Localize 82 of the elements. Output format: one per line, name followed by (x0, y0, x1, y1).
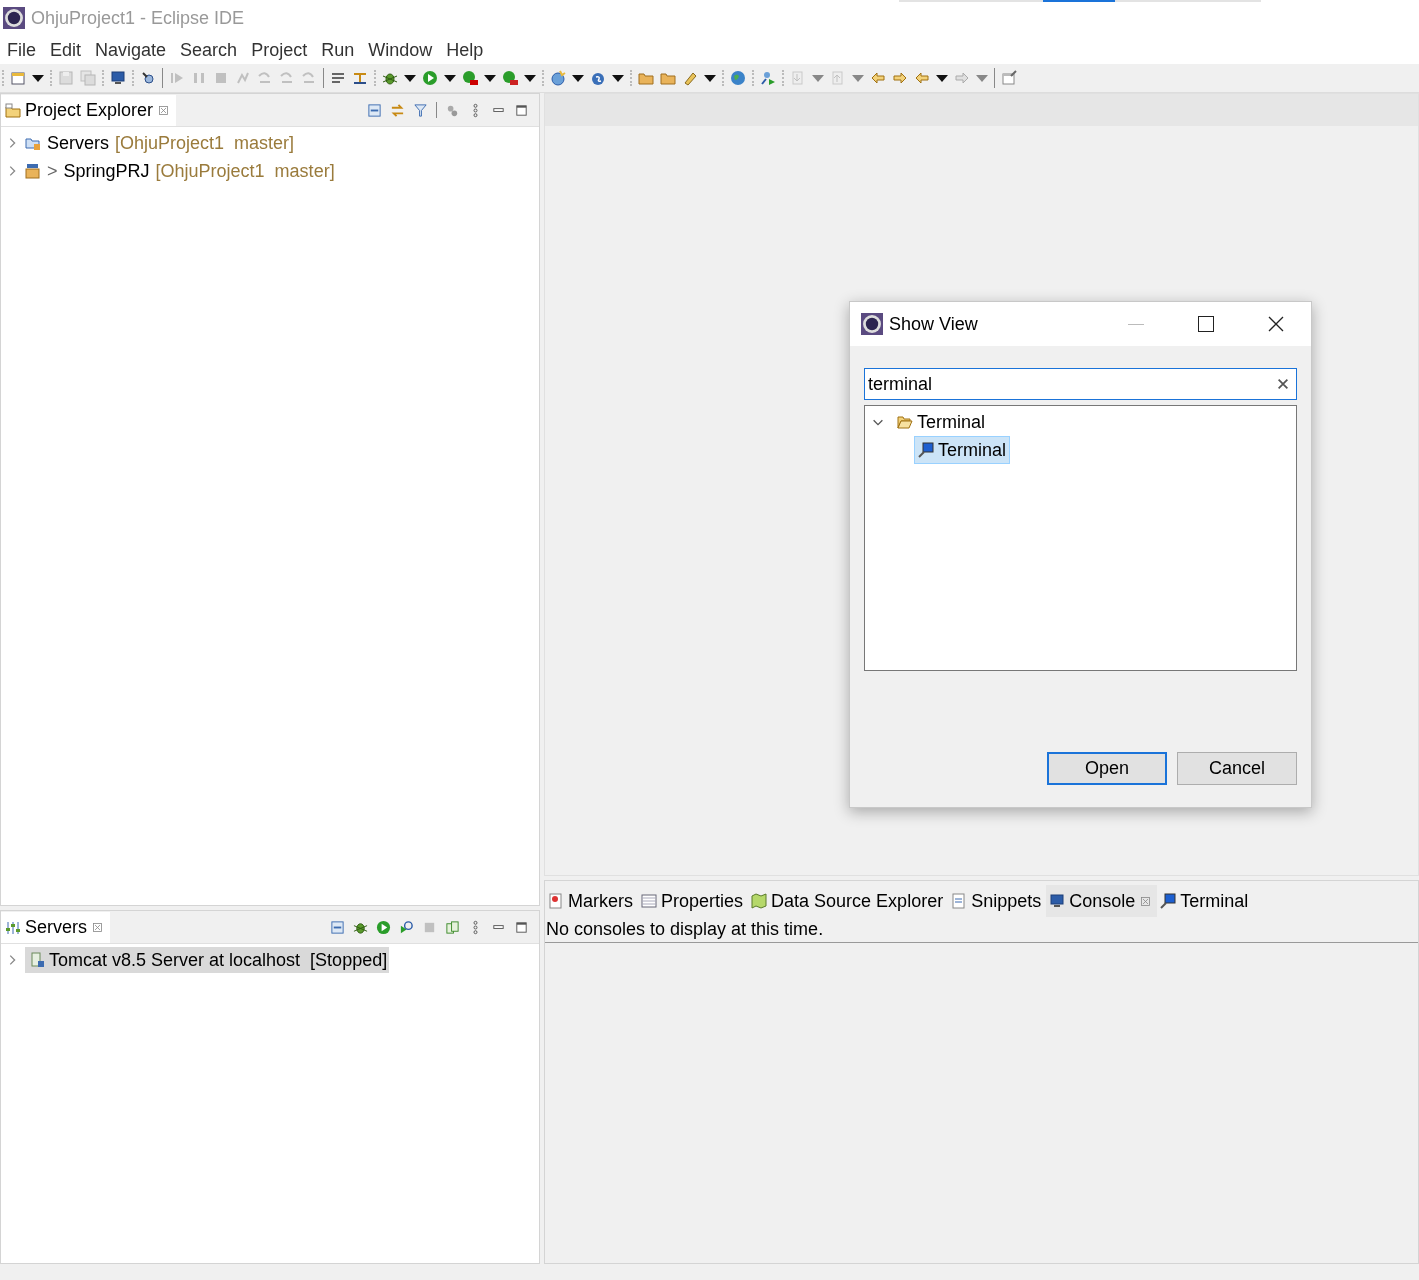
pen-icon[interactable] (682, 70, 698, 86)
menu-item[interactable]: Project (251, 39, 308, 61)
sliders-icon (5, 919, 21, 936)
maximize-icon[interactable] (514, 919, 529, 935)
git-decoration: [OhjuProject1 master] (115, 132, 295, 154)
menu-item[interactable]: Search (180, 39, 238, 61)
folder-icon[interactable] (638, 70, 654, 86)
dialog-button[interactable]: Cancel (1177, 752, 1297, 785)
dialog-title: Show View (889, 313, 979, 335)
step-filter-icon[interactable] (352, 70, 368, 86)
publish-icon[interactable] (445, 919, 460, 935)
tree-item[interactable]: SpringPRJ (63, 160, 150, 182)
dropdown-caret[interactable] (524, 74, 536, 82)
new-file-icon[interactable] (10, 70, 26, 86)
dropdown-caret[interactable] (404, 74, 416, 82)
run-icon[interactable] (376, 919, 391, 935)
search-field[interactable]: terminal (864, 368, 1297, 400)
dropdown-caret[interactable] (612, 74, 624, 82)
forward-arrow-icon[interactable] (892, 70, 908, 86)
map-icon (751, 893, 768, 909)
dropdown-caret[interactable] (444, 74, 456, 82)
run-icon[interactable] (422, 70, 438, 86)
link-editor-icon[interactable] (390, 102, 405, 118)
tree-item[interactable]: Servers (47, 132, 109, 154)
external-tool-icon[interactable] (502, 70, 518, 86)
profile-icon[interactable] (399, 919, 414, 935)
server-row[interactable]: Tomcat v8.5 Server at localhost [Stopped] (25, 947, 390, 973)
eclipse-logo-icon (861, 313, 883, 335)
close-icon[interactable] (91, 921, 104, 934)
globe-icon[interactable] (730, 70, 746, 86)
folder-icon[interactable] (660, 70, 676, 86)
server-folder-icon (25, 135, 41, 151)
spring-project-icon (25, 163, 41, 179)
dropdown-caret[interactable] (32, 74, 44, 82)
run-coverage-icon[interactable] (462, 70, 478, 86)
view-tab[interactable]: Project Explorer (1, 95, 177, 126)
git-decoration: [OhjuProject1 master] (155, 160, 335, 182)
bug-icon[interactable] (382, 70, 398, 86)
dropdown-caret[interactable] (572, 74, 584, 82)
launch-icon[interactable] (760, 70, 776, 86)
collapse-all-icon[interactable] (330, 919, 345, 935)
server-instance-icon (29, 952, 45, 968)
eclipse-logo-icon (3, 7, 25, 29)
open-folder-icon (897, 414, 913, 430)
clear-icon[interactable] (1276, 377, 1290, 391)
monitor-icon[interactable] (110, 70, 126, 86)
git-change-marker: > (47, 160, 58, 182)
markers-icon (548, 893, 564, 909)
menu-item[interactable]: Window (368, 39, 433, 61)
filter-icon[interactable] (413, 102, 428, 118)
close-icon[interactable] (157, 104, 171, 117)
snippets-icon (951, 893, 968, 909)
properties-icon (641, 893, 657, 909)
menu-item[interactable]: Edit (50, 39, 82, 61)
maximize-icon[interactable] (514, 102, 529, 118)
close-icon[interactable] (1139, 894, 1153, 908)
view-tab[interactable]: Console (1046, 885, 1158, 917)
tree-item[interactable]: Terminal (893, 408, 990, 436)
back-arrow-icon[interactable] (914, 70, 930, 86)
tree-item[interactable]: Terminal (914, 436, 1011, 464)
server-label: Tomcat v8.5 Server at localhost [Stopped] (49, 949, 388, 971)
window-title: OhjuProject1 - Eclipse IDE (31, 7, 245, 29)
menu-item[interactable]: Help (446, 39, 484, 61)
dropdown-caret[interactable] (936, 74, 948, 82)
folder-icon (5, 102, 21, 119)
collapse-all-icon[interactable] (367, 102, 382, 118)
list-icon[interactable] (330, 70, 346, 86)
dropdown-caret[interactable] (484, 74, 496, 82)
dialog-button[interactable]: Open (1047, 752, 1167, 785)
view-tab[interactable]: Servers (1, 912, 110, 943)
back-arrow-icon[interactable] (870, 70, 886, 86)
menu-item[interactable]: File (7, 39, 36, 61)
monitor-icon (1049, 893, 1066, 909)
console-message: No consoles to display at this time. (545, 917, 1418, 943)
terminal-icon (918, 442, 934, 458)
close-button[interactable] (1268, 316, 1284, 332)
pinned-window-icon[interactable] (1001, 70, 1017, 86)
menu-item[interactable]: Run (321, 39, 355, 61)
dropdown-caret[interactable] (704, 74, 716, 82)
terminal-icon (1160, 893, 1177, 909)
menu-item[interactable]: Navigate (95, 39, 167, 61)
server-icon[interactable] (550, 70, 566, 86)
